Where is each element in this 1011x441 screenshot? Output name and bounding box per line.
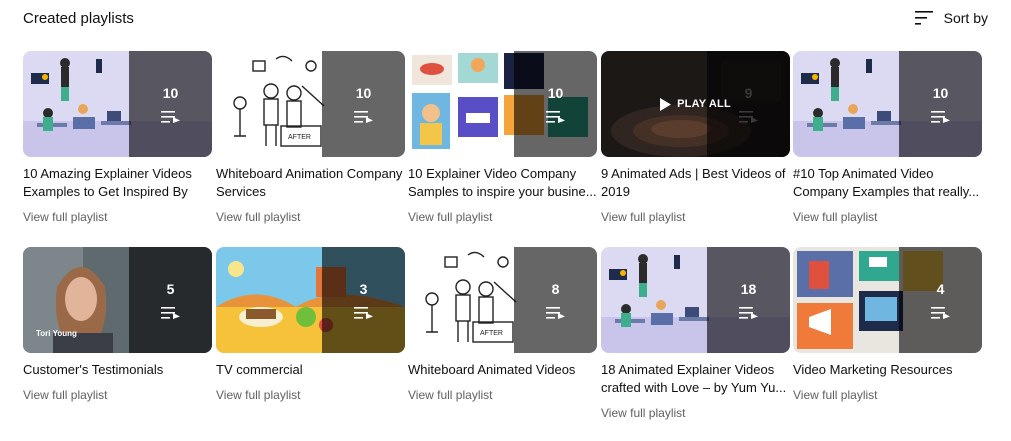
sort-icon bbox=[914, 11, 933, 25]
playlist-title[interactable]: 10 Explainer Video Company Samples to in… bbox=[408, 165, 597, 201]
playlist-count-overlay: 8 bbox=[514, 247, 597, 353]
playlist-card: Tori Young 5 Customer's Testimonials Vie… bbox=[23, 247, 212, 402]
video-count: 10 bbox=[162, 85, 179, 101]
playlist-card: AFTER 10 Whiteboard Animation Company Se… bbox=[216, 51, 405, 224]
playlist-card: 10 10 Amazing Explainer Videos Examples … bbox=[23, 51, 212, 224]
playlist-count-overlay: 10 bbox=[899, 51, 982, 157]
section-header: Created playlists Sort by bbox=[23, 8, 988, 28]
view-full-playlist-link[interactable]: View full playlist bbox=[408, 388, 597, 402]
playlist-count-overlay: 10 bbox=[514, 51, 597, 157]
playlist-title[interactable]: 9 Animated Ads | Best Videos of 2019 bbox=[601, 165, 790, 201]
playlist-count-overlay: 10 bbox=[322, 51, 405, 157]
view-full-playlist-link[interactable]: View full playlist bbox=[793, 388, 982, 402]
playlist-card: 4 Video Marketing Resources View full pl… bbox=[793, 247, 982, 402]
playlist-thumbnail[interactable]: 18 bbox=[601, 247, 790, 353]
playlist-thumbnail[interactable]: 10 bbox=[793, 51, 982, 157]
playlist-title[interactable]: Customer's Testimonials bbox=[23, 361, 212, 379]
sort-label: Sort by bbox=[943, 10, 988, 26]
view-full-playlist-link[interactable]: View full playlist bbox=[793, 210, 982, 224]
playlist-card: AFTER 8 Whiteboard Animated Videos View … bbox=[408, 247, 597, 402]
playlist-title[interactable]: #10 Top Animated Video Company Examples … bbox=[793, 165, 982, 201]
playlist-title[interactable]: 18 Animated Explainer Videos crafted wit… bbox=[601, 361, 790, 397]
video-count: 3 bbox=[359, 281, 368, 297]
playlist-thumbnail[interactable]: 10 bbox=[23, 51, 212, 157]
playlist-thumbnail[interactable]: Tori Young 5 bbox=[23, 247, 212, 353]
playlist-title[interactable]: TV commercial bbox=[216, 361, 405, 379]
playlist-card: 10 #10 Top Animated Video Company Exampl… bbox=[793, 51, 982, 224]
playlist-icon bbox=[930, 307, 950, 319]
play-all-label: PLAY ALL bbox=[677, 98, 731, 110]
playlist-card: 10 10 Explainer Video Company Samples to… bbox=[408, 51, 597, 224]
video-count: 5 bbox=[166, 281, 175, 297]
playlist-title[interactable]: Video Marketing Resources bbox=[793, 361, 982, 379]
playlist-count-overlay: 10 bbox=[129, 51, 212, 157]
playlist-card: 9 PLAY ALL 9 Animated Ads | Best Videos … bbox=[601, 51, 790, 224]
view-full-playlist-link[interactable]: View full playlist bbox=[23, 388, 212, 402]
playlist-title[interactable]: 10 Amazing Explainer Videos Examples to … bbox=[23, 165, 212, 201]
playlist-title[interactable]: Whiteboard Animation Company Services bbox=[216, 165, 405, 201]
playlist-icon bbox=[545, 307, 565, 319]
playlist-thumbnail[interactable]: 10 bbox=[408, 51, 597, 157]
speaker-name-caption: Tori Young bbox=[36, 329, 77, 338]
playlist-icon bbox=[353, 111, 373, 123]
playlist-icon bbox=[545, 111, 565, 123]
playlist-card: 18 18 Animated Explainer Videos crafted … bbox=[601, 247, 790, 420]
playlist-thumbnail[interactable]: AFTER 8 bbox=[408, 247, 597, 353]
video-count: 10 bbox=[547, 85, 564, 101]
playlist-count-overlay: 5 bbox=[129, 247, 212, 353]
playlist-card: 3 TV commercial View full playlist bbox=[216, 247, 405, 402]
play-all-overlay[interactable]: PLAY ALL bbox=[601, 51, 790, 157]
playlist-count-overlay: 3 bbox=[322, 247, 405, 353]
video-count: 10 bbox=[932, 85, 949, 101]
playlist-title[interactable]: Whiteboard Animated Videos bbox=[408, 361, 597, 379]
video-count: 8 bbox=[551, 281, 560, 297]
playlist-thumbnail[interactable]: 9 PLAY ALL bbox=[601, 51, 790, 157]
playlist-icon bbox=[353, 307, 373, 319]
playlist-thumbnail[interactable]: 3 bbox=[216, 247, 405, 353]
view-full-playlist-link[interactable]: View full playlist bbox=[216, 210, 405, 224]
playlist-icon bbox=[160, 111, 180, 123]
playlist-icon bbox=[738, 307, 758, 319]
view-full-playlist-link[interactable]: View full playlist bbox=[601, 406, 790, 420]
playlist-count-overlay: 18 bbox=[707, 247, 790, 353]
playlist-thumbnail[interactable]: 4 bbox=[793, 247, 982, 353]
sort-button[interactable]: Sort by bbox=[914, 8, 988, 28]
video-count: 4 bbox=[936, 281, 945, 297]
svg-text:AFTER: AFTER bbox=[480, 330, 503, 337]
play-icon bbox=[660, 97, 672, 111]
view-full-playlist-link[interactable]: View full playlist bbox=[216, 388, 405, 402]
view-full-playlist-link[interactable]: View full playlist bbox=[23, 210, 212, 224]
video-count: 10 bbox=[355, 85, 372, 101]
playlist-icon bbox=[160, 307, 180, 319]
playlist-thumbnail[interactable]: AFTER 10 bbox=[216, 51, 405, 157]
playlist-icon bbox=[930, 111, 950, 123]
section-title: Created playlists bbox=[23, 10, 134, 27]
video-count: 18 bbox=[740, 281, 757, 297]
svg-text:AFTER: AFTER bbox=[288, 134, 311, 141]
view-full-playlist-link[interactable]: View full playlist bbox=[601, 210, 790, 224]
playlist-count-overlay: 4 bbox=[899, 247, 982, 353]
view-full-playlist-link[interactable]: View full playlist bbox=[408, 210, 597, 224]
